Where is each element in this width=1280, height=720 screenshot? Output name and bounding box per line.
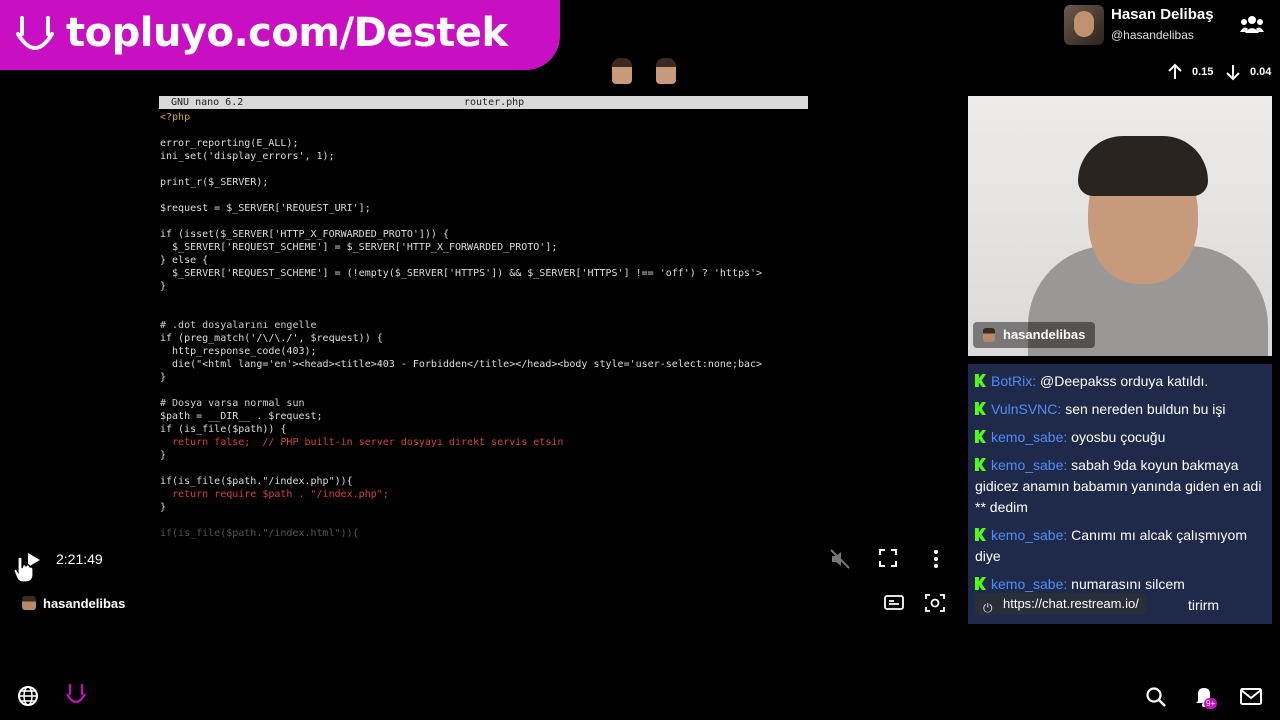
kick-logo-icon: [975, 528, 986, 541]
smile-logo-icon: [16, 16, 54, 50]
code-line: } else {: [160, 255, 209, 266]
power-icon: ⏻: [983, 601, 993, 615]
playback-time: 2:21:49: [56, 551, 103, 567]
chat-username[interactable]: kemo_sabe:: [991, 457, 1067, 473]
mouse-cursor-icon: [13, 556, 34, 583]
channel-avatar[interactable]: [22, 596, 36, 610]
code-line: $request = $_SERVER['REQUEST_URI'];: [160, 203, 371, 214]
kick-logo-icon: [975, 402, 986, 415]
nano-filename: router.php: [464, 97, 525, 108]
code-line: return false; // PHP built-in server dos…: [160, 437, 564, 448]
profile-avatar[interactable]: [1064, 5, 1104, 45]
code-line: if(is_file($path."/index.php")){: [160, 476, 353, 487]
chat-message: kemo_sabe: Canımı mı alcak çalışmıyom di…: [975, 525, 1267, 567]
profile-name[interactable]: Hasan Delibaş: [1111, 6, 1214, 23]
upload-value: 0.15: [1192, 66, 1214, 78]
code-line: $_SERVER['REQUEST_SCHEME'] = $_SERVER['H…: [160, 242, 558, 253]
chat-source-link[interactable]: ⏻ https://chat.restream.io/: [975, 593, 1147, 615]
video-stream-editor: GNU nano 6.2 router.php <?php error_repor…: [159, 96, 808, 546]
code-line: if(is_file($path."/index.html")){: [160, 528, 359, 539]
viewer-avatar: [656, 58, 676, 84]
muted-speaker-icon[interactable]: [830, 549, 850, 569]
theater-mode-icon[interactable]: [884, 594, 904, 612]
nano-version: GNU nano 6.2: [171, 97, 244, 108]
chat-username[interactable]: kemo_sabe:: [991, 527, 1067, 543]
brand-banner[interactable]: topluyo.com/Destek: [0, 0, 560, 70]
code-line: if (preg_match('/\/\./', $request)) {: [160, 333, 383, 344]
mail-icon[interactable]: [1240, 688, 1262, 705]
code-line: }: [160, 281, 167, 292]
banner-text: topluyo.com/Destek: [66, 10, 508, 56]
webcam-overlay: [968, 96, 1272, 356]
chat-text: sen nereden buldun bu işi: [1065, 401, 1226, 417]
code-line: print_r($_SERVER);: [160, 177, 269, 188]
code-line: }: [160, 372, 167, 383]
topluyo-logo-icon[interactable]: [64, 682, 88, 708]
chat-username[interactable]: VulnSVNC:: [991, 401, 1061, 417]
chat-message: kemo_sabe: numarasını silcem: [975, 574, 1267, 595]
code-line: }: [160, 502, 167, 513]
fullscreen-icon[interactable]: [879, 549, 897, 567]
code-line: error_reporting(E_ALL);: [160, 138, 299, 149]
kick-logo-icon: [975, 374, 986, 387]
kick-logo-icon: [975, 577, 986, 590]
code-line: }: [160, 450, 167, 461]
kick-logo-icon: [975, 458, 986, 471]
chat-text: oyosbu çocuğu: [1071, 429, 1166, 445]
code-line: die("<html lang='en'><head><title>403 - …: [160, 359, 763, 370]
viewer-avatar: [612, 58, 632, 84]
chat-message: BotRix: @Deepakss orduya katıldı.: [975, 371, 1267, 392]
more-options-icon[interactable]: [928, 549, 944, 569]
download-value: 0.04: [1250, 66, 1272, 78]
chat-message-fragment: tirirm: [1188, 597, 1220, 613]
friends-icon[interactable]: [1240, 14, 1264, 34]
webcam-tag-label: hasandelibas: [1003, 327, 1086, 342]
chat-message: VulnSVNC: sen nereden buldun bu işi: [975, 399, 1267, 420]
nano-header: GNU nano 6.2 router.php: [159, 96, 808, 109]
chat-message: kemo_sabe: sabah 9da koyun bakmaya gidic…: [975, 455, 1267, 518]
code-line: ini_set('display_errors', 1);: [160, 151, 335, 162]
code-line: if (is_file($path)) {: [160, 424, 287, 435]
chat-text: @Deepakss orduya katıldı.: [1040, 373, 1209, 389]
globe-icon[interactable]: [17, 685, 39, 707]
channel-name[interactable]: hasandelibas: [43, 596, 125, 611]
webcam-name-tag: hasandelibas: [973, 322, 1096, 348]
code-line: return require $path . "/index.php";: [160, 489, 389, 500]
screenshot-icon[interactable]: [925, 594, 945, 612]
chat-panel: BotRix: @Deepakss orduya katıldı. VulnSV…: [968, 364, 1272, 624]
chat-link-text[interactable]: https://chat.restream.io/: [1003, 596, 1139, 611]
code-line: $path = __DIR__ . $request;: [160, 411, 323, 422]
code-line: # Dosya varsa normal sun: [160, 398, 305, 409]
upload-arrow-icon: [1168, 63, 1182, 79]
chat-username[interactable]: kemo_sabe:: [991, 576, 1067, 592]
chat-username[interactable]: kemo_sabe:: [991, 429, 1067, 445]
notification-badge: 9+: [1204, 698, 1218, 709]
code-line: http_response_code(403);: [160, 346, 317, 357]
download-arrow-icon: [1226, 65, 1240, 81]
chat-message: kemo_sabe: oyosbu çocuğu: [975, 427, 1267, 448]
code-line: $_SERVER['REQUEST_SCHEME'] = (!empty($_S…: [160, 268, 763, 279]
code-line: <?php: [160, 112, 191, 123]
webcam-avatar: [983, 328, 995, 342]
search-icon[interactable]: [1145, 686, 1167, 708]
profile-handle: @hasandelibas: [1111, 28, 1194, 42]
code-line: if (isset($_SERVER['HTTP_X_FORWARDED_PRO…: [160, 229, 449, 240]
chat-text: numarasını silcem: [1071, 576, 1185, 592]
kick-logo-icon: [975, 430, 986, 443]
chat-username[interactable]: BotRix:: [991, 373, 1036, 389]
code-line: # .dot dosyalarını engelle: [160, 320, 317, 331]
